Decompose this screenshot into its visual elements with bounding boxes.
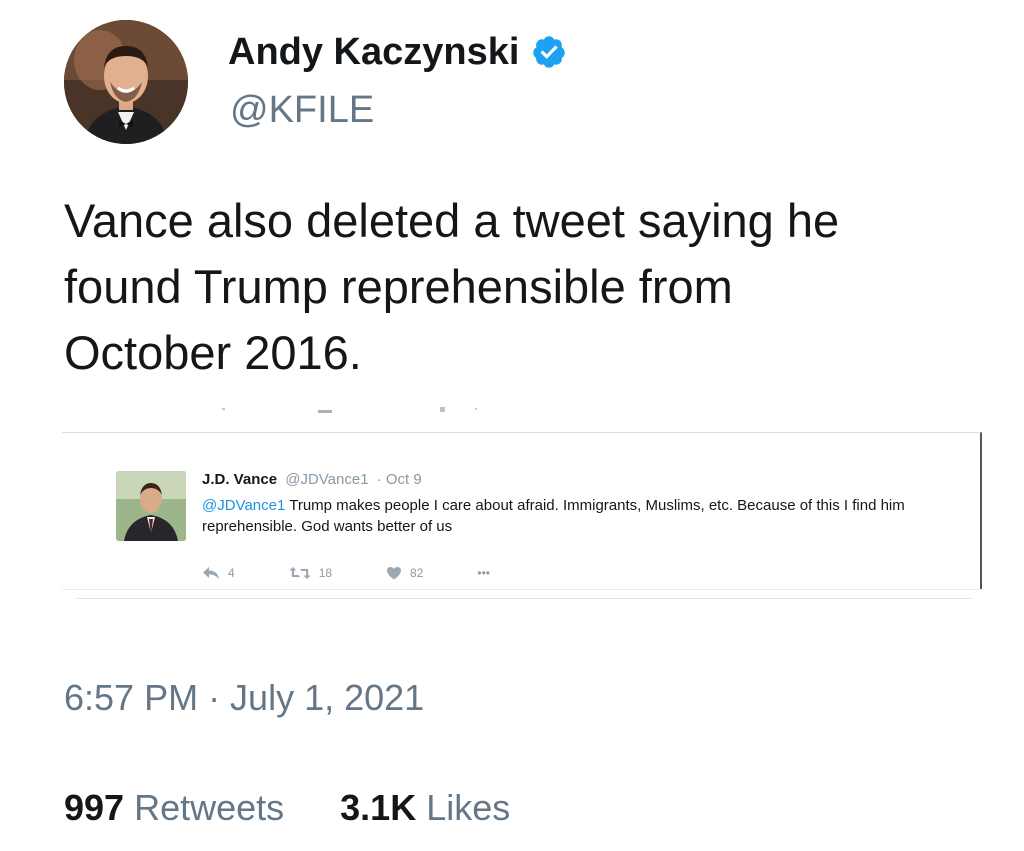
- tweet-card: Andy Kaczynski @KFILE Vance also deleted…: [0, 0, 1024, 851]
- embedded-reply-count: 4: [228, 566, 235, 580]
- embedded-tweet-header: J.D. Vance @JDVance1 · Oct 9: [202, 471, 422, 489]
- embedded-mention: @JDVance1: [202, 497, 286, 514]
- author-name[interactable]: Andy Kaczynski: [228, 30, 567, 74]
- verified-badge-icon: [533, 36, 566, 68]
- embed-divider: [76, 598, 972, 599]
- likes-stat[interactable]: 3.1K Likes: [340, 786, 510, 830]
- retweet-icon: [289, 567, 311, 579]
- embedded-author-avatar: [116, 471, 186, 541]
- embedded-like-action: 82: [386, 566, 423, 580]
- reply-icon: [203, 567, 219, 579]
- tweet-text: Vance also deleted a tweet saying he fou…: [64, 194, 840, 379]
- embedded-retweet-action: 18: [289, 566, 332, 580]
- embedded-retweet-count: 18: [318, 566, 333, 580]
- author-avatar[interactable]: [64, 20, 188, 144]
- author-name-text: Andy Kaczynski: [228, 31, 520, 73]
- embedded-reply-action: 4: [202, 566, 235, 580]
- embedded-tweet-text: @JDVance1 Trump makes people I care abou…: [202, 495, 942, 537]
- tweet-stats: 997 Retweets 3.1K Likes: [64, 786, 566, 830]
- retweets-count: 997: [64, 787, 125, 828]
- more-icon: •••: [477, 566, 491, 580]
- embedded-author-name: J.D. Vance: [202, 471, 278, 488]
- tweet-timestamp[interactable]: 6:57 PM · July 1, 2021: [64, 676, 424, 720]
- retweets-label: Retweets: [134, 787, 285, 828]
- embedded-body-text: Trump makes people I care about afraid. …: [202, 497, 905, 535]
- likes-count: 3.1K: [340, 787, 417, 828]
- likes-label: Likes: [426, 787, 511, 828]
- cropped-edge-marks: [222, 407, 477, 413]
- embedded-author-handle: @JDVance1: [285, 471, 369, 488]
- embedded-tweet-date: · Oct 9: [376, 471, 422, 488]
- heart-icon: [387, 567, 402, 580]
- retweets-stat[interactable]: 997 Retweets: [64, 786, 284, 830]
- embedded-tweet-screenshot: J.D. Vance @JDVance1 · Oct 9 @JDVance1 T…: [62, 432, 982, 589]
- author-handle[interactable]: @KFILE: [230, 88, 374, 132]
- embedded-more-action: •••: [477, 566, 490, 580]
- embedded-tweet-actions: 4 18 82 •••: [202, 563, 544, 583]
- embedded-like-count: 82: [410, 566, 424, 580]
